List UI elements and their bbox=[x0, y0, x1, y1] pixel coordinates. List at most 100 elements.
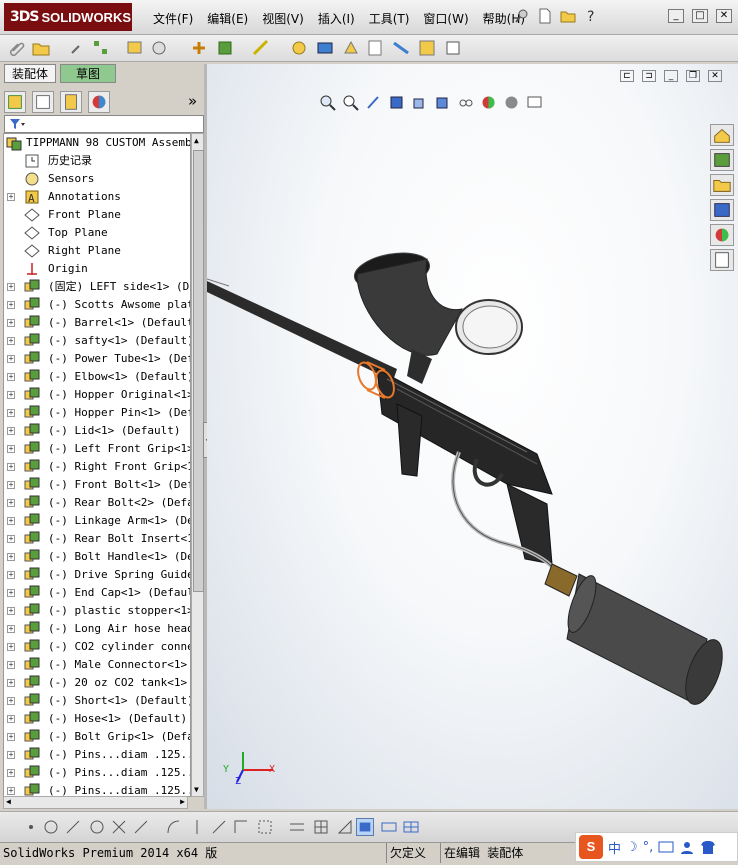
show-hidden-icon[interactable] bbox=[252, 39, 270, 57]
expand-icon[interactable]: + bbox=[7, 499, 15, 507]
help-icon[interactable]: ? bbox=[583, 8, 599, 24]
expand-icon[interactable]: + bbox=[7, 733, 15, 741]
tree-item[interactable]: + (-) Linkage Arm<1> (Defa bbox=[4, 512, 190, 530]
expand-icon[interactable]: + bbox=[7, 661, 15, 669]
mate-icon[interactable] bbox=[190, 39, 208, 57]
expand-icon[interactable]: + bbox=[7, 625, 15, 633]
sogou-ime-icon[interactable]: S bbox=[579, 835, 603, 859]
polygon-icon[interactable] bbox=[88, 818, 106, 836]
display-manager-icon[interactable] bbox=[88, 91, 110, 113]
expand-icon[interactable]: + bbox=[7, 571, 15, 579]
menu-insert[interactable]: 插入(I) bbox=[311, 10, 362, 28]
custom-properties-icon[interactable] bbox=[710, 249, 734, 271]
tree-item[interactable]: + (-) plastic stopper<1> ( bbox=[4, 602, 190, 620]
plane-view-icon[interactable] bbox=[380, 818, 398, 836]
tree-filter[interactable] bbox=[4, 115, 204, 133]
filter-icon[interactable] bbox=[9, 118, 25, 130]
interference-detection-icon[interactable] bbox=[418, 39, 436, 57]
tree-item[interactable]: + (-) Right Front Grip<1> bbox=[4, 458, 190, 476]
convert-entities-icon[interactable] bbox=[210, 818, 228, 836]
open-folder-icon[interactable] bbox=[560, 8, 576, 24]
expand-icon[interactable]: + bbox=[7, 787, 15, 795]
grid-icon[interactable] bbox=[312, 818, 330, 836]
design-library-icon[interactable] bbox=[710, 149, 734, 171]
tree-item[interactable]: + (-) Bolt Handle<1> (Defa bbox=[4, 548, 190, 566]
tree-item[interactable]: + (-) Hopper Original<1> ( bbox=[4, 386, 190, 404]
menu-view[interactable]: 视图(V) bbox=[255, 10, 311, 28]
smart-dimension-icon[interactable] bbox=[256, 818, 274, 836]
component-pattern-icon[interactable] bbox=[92, 39, 110, 57]
tree-item[interactable]: + (-) Power Tube<1> (Defau bbox=[4, 350, 190, 368]
expand-icon[interactable]: + bbox=[7, 679, 15, 687]
paintball-marker-model[interactable] bbox=[207, 64, 738, 809]
expand-icon[interactable]: + bbox=[7, 589, 15, 597]
restore-button[interactable]: □ bbox=[692, 9, 708, 23]
menu-window[interactable]: 窗口(W) bbox=[416, 10, 475, 28]
ime-language[interactable]: 中 bbox=[608, 838, 621, 857]
pin-icon[interactable] bbox=[514, 8, 530, 24]
tree-item[interactable]: + (-) Pins...diam .125.... bbox=[4, 764, 190, 782]
tree-item[interactable]: + (-) Front Bolt<1> (Defau bbox=[4, 476, 190, 494]
expand-icon[interactable]: + bbox=[7, 463, 15, 471]
expand-icon[interactable]: + bbox=[7, 517, 15, 525]
mirror-icon[interactable] bbox=[188, 818, 206, 836]
more-tabs-button[interactable]: » bbox=[188, 92, 197, 110]
relations-icon[interactable] bbox=[336, 818, 354, 836]
tree-vertical-scrollbar[interactable]: ▲ ▼ bbox=[191, 133, 204, 797]
tree-item[interactable]: + (-) Rear Bolt<2> (Defaul bbox=[4, 494, 190, 512]
tree-item[interactable]: + (-) Left Front Grip<1> ( bbox=[4, 440, 190, 458]
tree-item[interactable]: + (-) CO2 cylinder connect bbox=[4, 638, 190, 656]
reference-geometry-icon[interactable] bbox=[316, 39, 334, 57]
expand-icon[interactable]: + bbox=[7, 319, 15, 327]
expand-icon[interactable]: + bbox=[7, 535, 15, 543]
menu-tools[interactable]: 工具(T) bbox=[362, 10, 417, 28]
tree-item[interactable]: Sensors bbox=[4, 170, 190, 188]
tree-item[interactable]: + A Annotations bbox=[4, 188, 190, 206]
expand-icon[interactable]: + bbox=[7, 409, 15, 417]
graphics-viewport[interactable]: ⊏ ⊐ _ ❐ ✕ X Y Z bbox=[207, 64, 738, 809]
keyboard-icon[interactable] bbox=[658, 841, 674, 853]
assembly-features-icon[interactable] bbox=[290, 39, 308, 57]
move-component-icon[interactable] bbox=[216, 39, 234, 57]
paperclip-icon[interactable] bbox=[8, 39, 26, 57]
exploded-view-icon[interactable] bbox=[392, 39, 410, 57]
feature-manager-icon[interactable] bbox=[4, 91, 26, 113]
expand-icon[interactable]: + bbox=[7, 427, 15, 435]
tab-assembly[interactable]: 装配体 bbox=[4, 64, 56, 83]
tree-item[interactable]: + (-) Pins...diam .125.... bbox=[4, 746, 190, 764]
tree-item[interactable]: + (-) Male Connector<1> (D bbox=[4, 656, 190, 674]
scroll-up-icon[interactable]: ▲ bbox=[194, 136, 199, 145]
expand-icon[interactable]: + bbox=[7, 643, 15, 651]
tree-item[interactable]: + (-) 20 oz CO2 tank<1> (D bbox=[4, 674, 190, 692]
bill-of-materials-icon[interactable] bbox=[366, 39, 384, 57]
expand-icon[interactable]: + bbox=[7, 607, 15, 615]
tree-item[interactable]: + (-) End Cap<1> (Default) bbox=[4, 584, 190, 602]
property-manager-icon[interactable] bbox=[32, 91, 54, 113]
scroll-thumb[interactable] bbox=[193, 150, 204, 592]
expand-icon[interactable]: + bbox=[7, 481, 15, 489]
menu-file[interactable]: 文件(F) bbox=[146, 10, 200, 28]
tree-item[interactable]: + (-) Lid<1> (Default) bbox=[4, 422, 190, 440]
tree-item[interactable]: Top Plane bbox=[4, 224, 190, 242]
shaded-view-icon[interactable] bbox=[356, 818, 374, 836]
tree-item[interactable]: + (-) Long Air hose head<1 bbox=[4, 620, 190, 638]
expand-icon[interactable]: + bbox=[7, 301, 15, 309]
tree-item[interactable]: Right Plane bbox=[4, 242, 190, 260]
tiles-view-icon[interactable] bbox=[402, 818, 420, 836]
tree-item[interactable]: + (-) Drive Spring Guide P bbox=[4, 566, 190, 584]
minimize-button[interactable]: _ bbox=[668, 9, 684, 23]
new-motion-study-icon[interactable] bbox=[342, 39, 360, 57]
ime-moon-icon[interactable]: ☽ bbox=[626, 840, 638, 855]
view-palette-icon[interactable] bbox=[710, 199, 734, 221]
ime-toolbar[interactable]: S 中 ☽ °, bbox=[575, 832, 738, 862]
attach-icon[interactable] bbox=[66, 39, 84, 57]
tree-item[interactable]: + (固定) LEFT side<1> (Def bbox=[4, 278, 190, 296]
new-document-icon[interactable] bbox=[537, 8, 553, 24]
insert-components-icon[interactable] bbox=[126, 39, 144, 57]
menu-edit[interactable]: 编辑(E) bbox=[200, 10, 255, 28]
line-icon[interactable] bbox=[64, 818, 82, 836]
tree-horizontal-scrollbar[interactable]: ◀ ▶ bbox=[3, 796, 188, 809]
trim-icon[interactable] bbox=[110, 818, 128, 836]
tree-item[interactable]: + (-) safty<1> (Default) bbox=[4, 332, 190, 350]
appearances-icon[interactable] bbox=[710, 224, 734, 246]
